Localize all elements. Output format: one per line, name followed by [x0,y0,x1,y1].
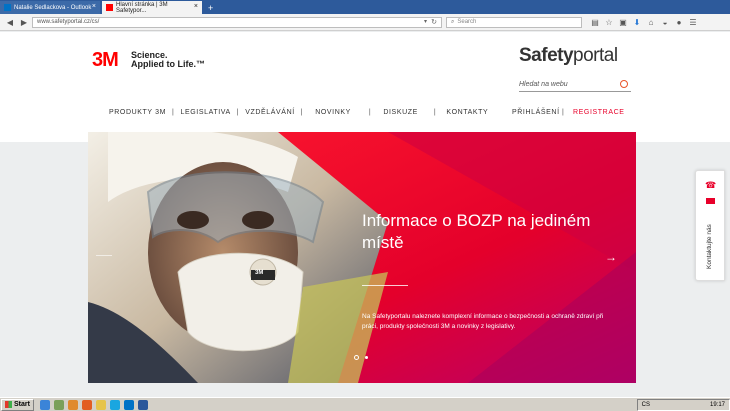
reader-icon[interactable]: ▤ [588,18,602,27]
contact-label: Kontaktujte nás [706,224,713,269]
start-label: Start [14,401,30,408]
tab-label: Hlavní stránka | 3M Safetypor... [116,1,168,14]
nav-item-diskuze[interactable]: DISKUZE [383,109,418,116]
tagline-line-2: Applied to Life.™ [131,59,205,69]
chat-icon[interactable]: ● [672,18,686,27]
tab-outlook[interactable]: Natalie Sedlackova - Outlook × [0,1,100,14]
address-bar[interactable]: www.safetyportal.cz/cs/ ▾ ↻ [32,16,442,28]
close-icon[interactable]: × [92,3,96,11]
home-icon[interactable]: ⌂ [644,18,658,27]
hero-title: Informace o BOZP na jediném místě [362,211,591,252]
close-icon[interactable]: × [194,3,198,11]
mail-icon[interactable] [706,198,715,204]
slider-dots [354,355,368,360]
safetyportal-brand[interactable]: Safetyportal [519,45,618,67]
nav-separator: | [562,109,564,116]
arrow-right-icon[interactable]: → [605,251,617,263]
contact-side-tab[interactable]: ☎ Kontaktujte nás [695,170,725,281]
login-link[interactable]: PŘIHLÁŠENÍ [512,109,560,116]
nav-item-produkty[interactable]: PRODUKTY 3M [109,109,166,116]
word-icon[interactable] [137,399,148,410]
bookmarks-icon[interactable]: ▣ [616,18,630,27]
system-tray: CS 19:17 [636,399,730,411]
ie-icon[interactable] [39,399,50,410]
nav-separator: | [236,109,240,116]
skype-icon[interactable] [109,399,120,410]
tab-label: Natalie Sedlackova - Outlook [14,4,92,11]
site-search-placeholder: Hledat na webu [519,81,568,88]
nav-separator: | [300,109,304,116]
nav-item-novinky[interactable]: NOVINKY [315,109,351,116]
nav-separator: | [172,109,175,116]
desktop-icon[interactable] [53,399,64,410]
nav-item-vzdelavani[interactable]: VZDĚLÁVÁNÍ [245,109,295,116]
nav-separator: | [368,109,372,116]
hero-text: Na Safetyportalu naleznete komplexní inf… [362,313,604,330]
3m-favicon-icon [106,4,113,11]
browser-search-input[interactable]: ⌕ Search [446,16,582,28]
forward-icon[interactable]: ▶ [18,16,30,28]
nav-item-kontakty[interactable]: KONTAKTY [446,109,488,116]
phone-icon[interactable]: ☎ [705,180,716,191]
media-icon[interactable] [67,399,78,410]
pocket-icon[interactable]: ◒ [658,18,672,27]
slide-dot-2[interactable] [365,356,368,359]
logo-tagline: Science. Applied to Life.™ [131,51,221,69]
hero-divider [362,285,408,286]
browser-toolbar: ◀ ▶ www.safetyportal.cz/cs/ ▾ ↻ ⌕ Search… [0,14,730,31]
reload-icon[interactable]: ↻ [431,18,437,26]
tab-safetyportal[interactable]: Hlavní stránka | 3M Safetypor... × [102,1,202,14]
quick-launch [39,399,148,410]
slide-dot-1[interactable] [354,355,359,360]
mask-3m-label: 3M [255,270,264,276]
search-icon[interactable] [620,80,628,88]
hero-banner[interactable]: 3M Informace o BOZP na jediném místě Na … [88,132,636,383]
menu-icon[interactable]: ☰ [686,18,700,27]
outlook-icon [4,4,11,11]
search-placeholder: Search [457,19,477,25]
outlook-icon[interactable] [123,399,134,410]
taskbar: Start CS 19:17 [0,397,730,411]
url-text: www.safetyportal.cz/cs/ [37,19,100,25]
firefox-icon[interactable] [81,399,92,410]
register-link[interactable]: REGISTRACE [573,109,625,116]
hero-image [88,132,636,383]
3m-logo[interactable]: 3M Science. Applied to Life.™ [92,49,205,71]
toolbar-icons: ▤ ☆ ▣ ⬇ ⌂ ◒ ● ☰ [588,18,700,27]
download-icon[interactable]: ⬇ [630,18,644,27]
site-search-input[interactable]: Hledat na webu [519,78,631,92]
search-icon: ⌕ [451,18,455,25]
back-icon[interactable]: ◀ [4,16,16,28]
browser-tab-bar: Natalie Sedlackova - Outlook × Hlavní st… [0,0,730,14]
dropdown-icon[interactable]: ▾ [424,18,427,25]
start-button[interactable]: Start [1,398,34,411]
slide-prev-indicator[interactable] [96,255,112,256]
windows-flag-icon [5,401,12,408]
language-indicator[interactable]: CS [642,402,650,408]
bookmark-star-icon[interactable]: ☆ [602,18,616,27]
new-tab-button[interactable]: + [208,2,213,14]
nav-item-legislativa[interactable]: LEGISLATIVA [180,109,230,116]
explorer-icon[interactable] [95,399,106,410]
main-nav: PRODUKTY 3M | LEGISLATIVA | VZDĚLÁVÁNÍ |… [109,109,494,116]
brand-light: portal [573,45,618,66]
3m-logo-mark: 3M [92,49,119,71]
clock: 19:17 [709,402,725,408]
nav-separator: | [433,109,437,116]
brand-bold: Safety [519,45,574,66]
